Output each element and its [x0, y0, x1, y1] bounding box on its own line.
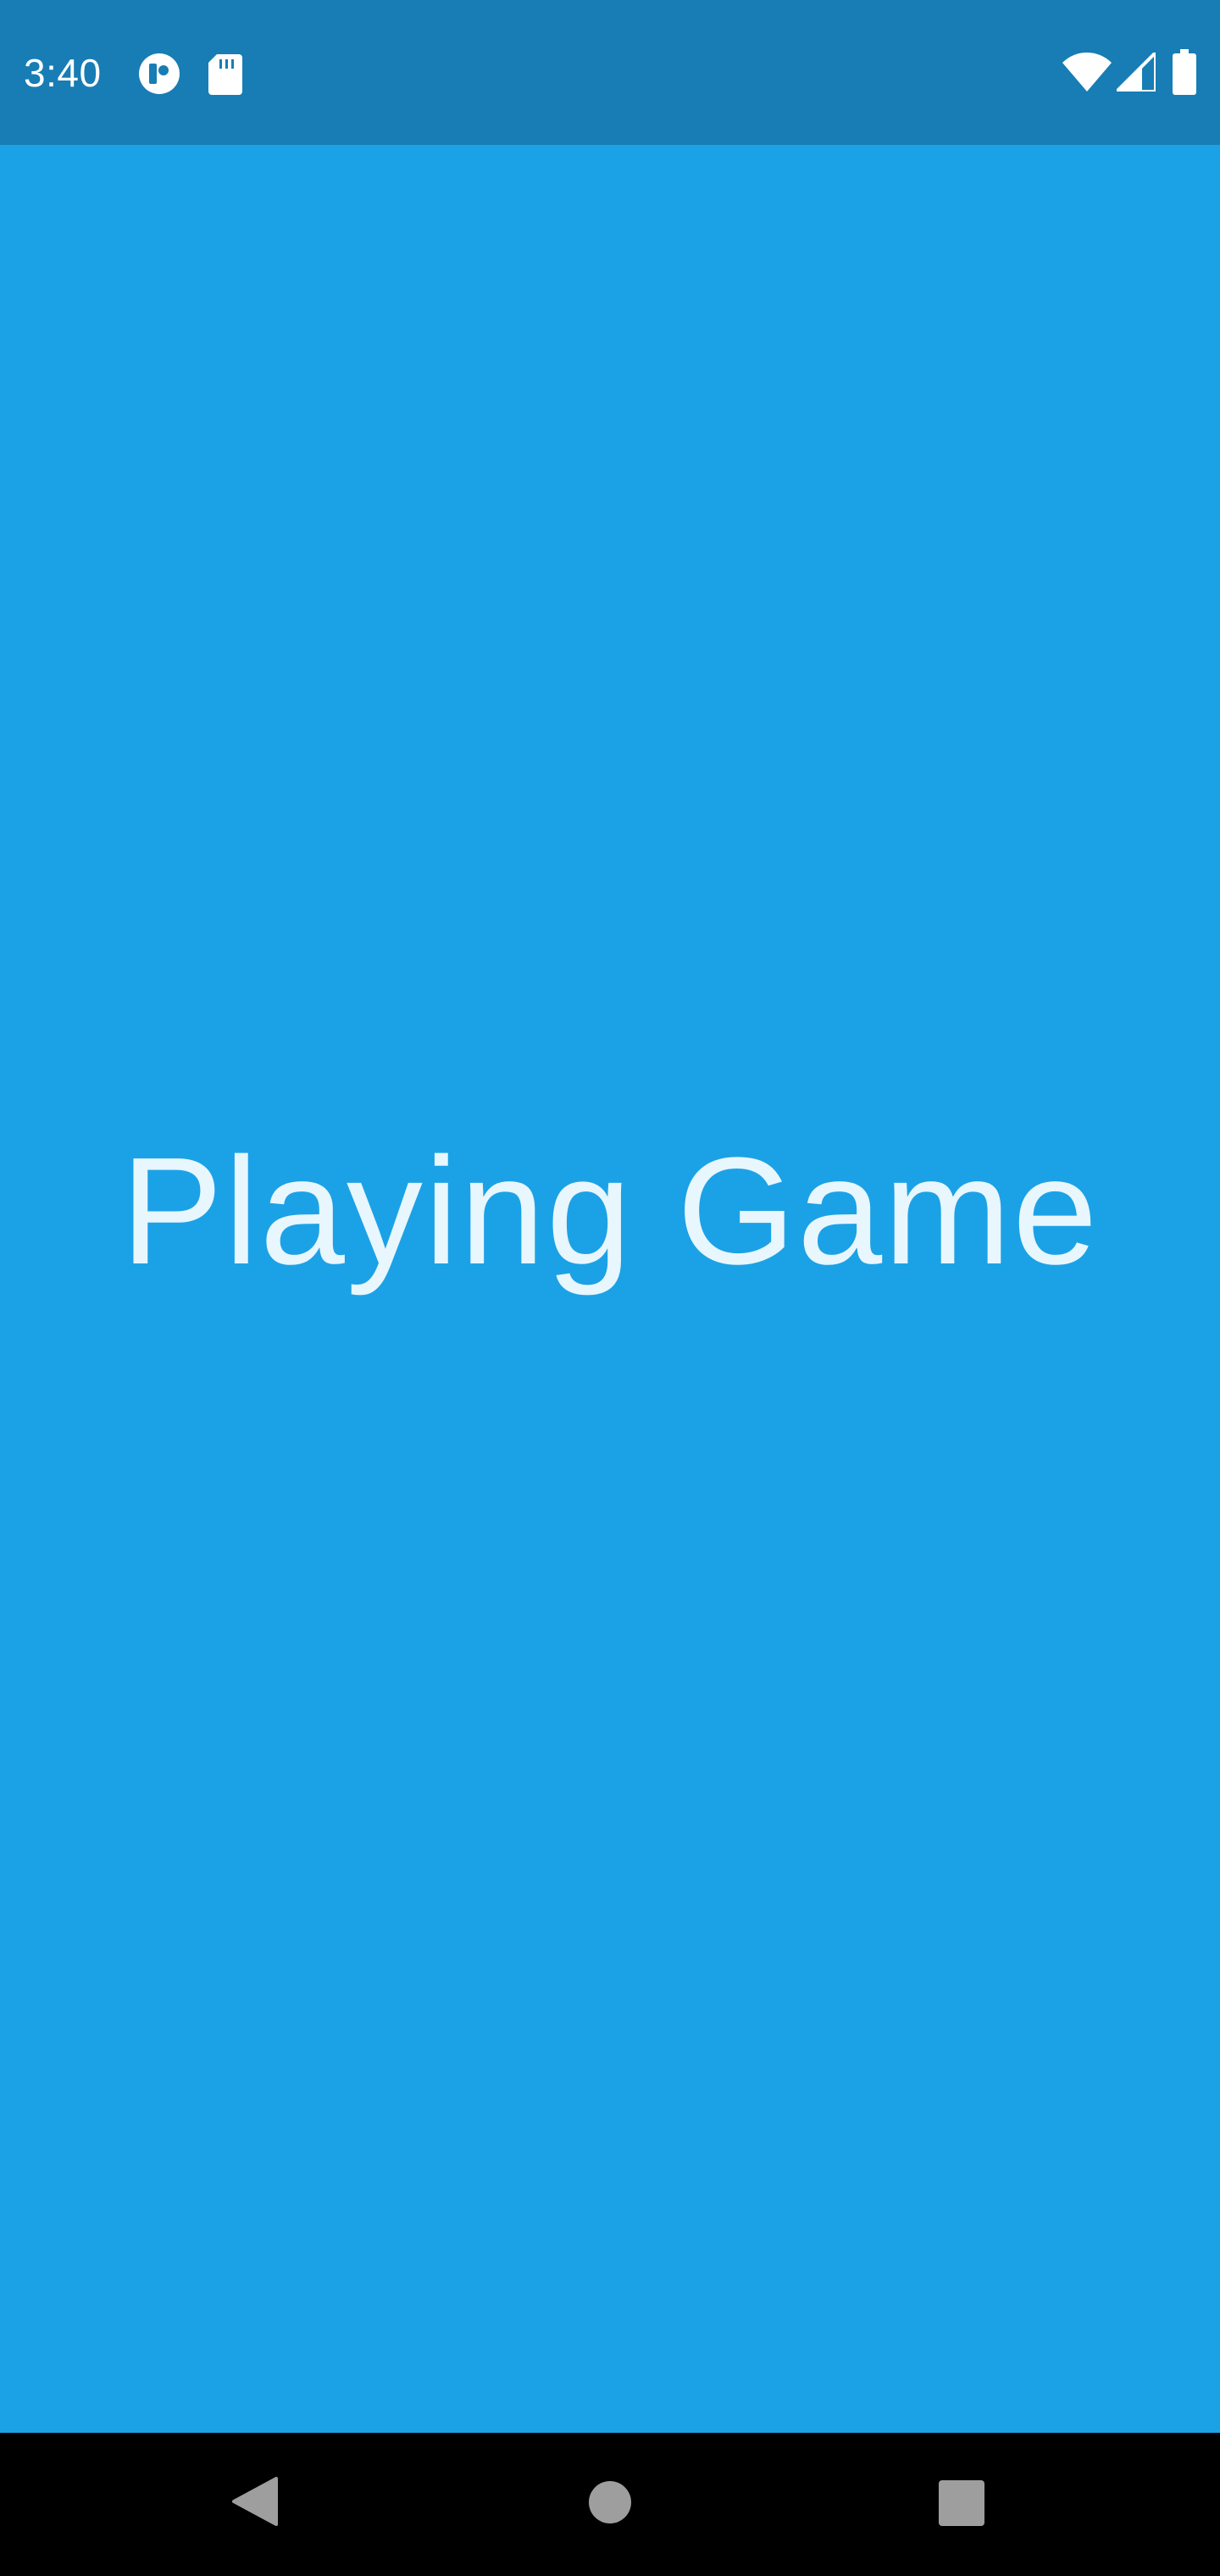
cell-signal-icon: [1117, 53, 1156, 92]
recents-button[interactable]: [939, 2480, 984, 2526]
app-notification-icon: [139, 53, 180, 94]
main-content: Playing Game: [0, 145, 1220, 2433]
status-bar: 3:40: [0, 0, 1220, 145]
status-time: 3:40: [24, 51, 102, 95]
back-button[interactable]: [232, 2477, 278, 2526]
sd-card-icon: [208, 54, 242, 95]
battery-icon: [1173, 49, 1196, 95]
app-screen: 3:40 Playing Game: [0, 0, 1220, 2576]
playing-game-title: Playing Game: [120, 1126, 1100, 1296]
navigation-bar: [0, 2433, 1220, 2576]
home-button[interactable]: [588, 2480, 632, 2524]
wifi-icon: [1062, 53, 1112, 92]
